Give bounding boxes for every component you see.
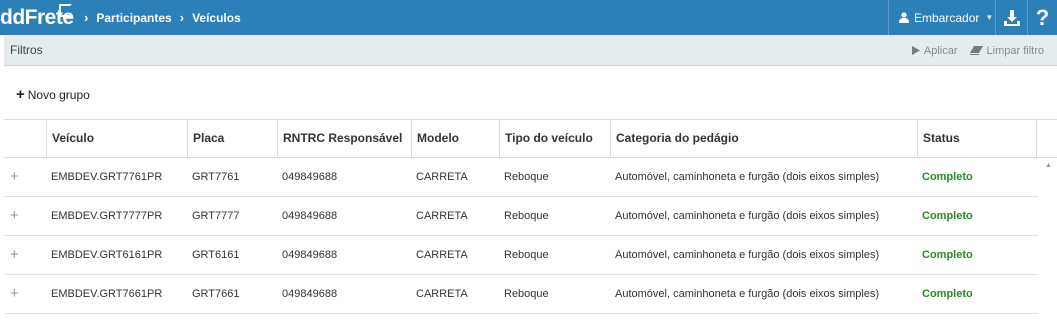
user-label: Embarcador xyxy=(914,10,980,25)
cell-tipo: Reboque xyxy=(504,171,549,183)
cell-rntrc: 049849688 xyxy=(282,171,338,183)
top-navigation-bar: ddFrete › Participantes › Veículos Embar… xyxy=(0,0,1057,35)
expand-column-header xyxy=(4,120,46,157)
cell-categoria: Automóvel, caminhoneta e furgão (dois ei… xyxy=(615,171,880,183)
status-badge: Completo xyxy=(922,210,973,222)
clear-filter-button[interactable]: Limpar filtro xyxy=(969,44,1044,57)
download-icon xyxy=(1003,9,1020,26)
cell-veiculo: EMBDEV.GRT7777PR xyxy=(51,210,163,222)
plus-icon: + xyxy=(16,86,25,103)
expand-icon[interactable]: + xyxy=(10,158,24,196)
cell-rntrc: 049849688 xyxy=(282,288,338,300)
clear-filter-label: Limpar filtro xyxy=(986,44,1044,57)
cell-categoria: Automóvel, caminhoneta e furgão (dois ei… xyxy=(615,210,880,222)
play-icon xyxy=(911,46,920,55)
filter-actions: Aplicar Limpar filtro xyxy=(900,35,1044,66)
cell-modelo: CARRETA xyxy=(416,171,468,183)
status-badge: Completo xyxy=(922,171,973,183)
chevron-down-icon: ▼ xyxy=(985,13,994,22)
expand-icon[interactable]: + xyxy=(10,236,24,274)
cell-rntrc: 049849688 xyxy=(282,249,338,261)
cell-veiculo: EMBDEV.GRT7661PR xyxy=(51,288,163,300)
column-header-placa[interactable]: Placa xyxy=(187,120,277,157)
column-header-modelo[interactable]: Modelo xyxy=(411,120,499,157)
cell-veiculo: EMBDEV.GRT7761PR xyxy=(51,171,163,183)
apply-filter-button[interactable]: Aplicar xyxy=(911,44,958,57)
expand-icon[interactable]: + xyxy=(10,197,24,235)
expand-icon[interactable]: + xyxy=(10,275,24,313)
breadcrumb: › Participantes › Veículos xyxy=(80,0,241,35)
eraser-icon xyxy=(969,46,983,55)
user-menu-button[interactable]: Embarcador ▼ xyxy=(888,0,995,35)
cell-modelo: CARRETA xyxy=(416,249,468,261)
filters-title: Filtros xyxy=(10,43,43,57)
cell-tipo: Reboque xyxy=(504,288,549,300)
chevron-right-icon: › xyxy=(179,10,185,25)
column-header-status[interactable]: Status xyxy=(917,120,1036,157)
cell-categoria: Automóvel, caminhoneta e furgão (dois ei… xyxy=(615,288,880,300)
status-badge: Completo xyxy=(922,288,973,300)
vehicles-table: Veículo Placa RNTRC Responsável Modelo T… xyxy=(4,119,1057,336)
status-badge: Completo xyxy=(922,249,973,261)
column-header-rntrc[interactable]: RNTRC Responsável xyxy=(277,120,411,157)
cell-modelo: CARRETA xyxy=(416,210,468,222)
cell-modelo: CARRETA xyxy=(416,288,468,300)
cell-rntrc: 049849688 xyxy=(282,210,338,222)
logo-mark-icon xyxy=(59,4,72,17)
cell-placa: GRT6161 xyxy=(192,249,240,261)
cell-categoria: Automóvel, caminhoneta e furgão (dois ei… xyxy=(615,249,880,261)
user-icon xyxy=(899,12,909,23)
help-button[interactable]: ? xyxy=(1027,0,1057,35)
column-header-veiculo[interactable]: Veículo xyxy=(46,120,187,157)
table-row[interactable]: + EMBDEV.GRT6161PR GRT6161 049849688 CAR… xyxy=(4,236,1038,275)
new-group-button[interactable]: + Novo grupo xyxy=(16,86,90,103)
table-row[interactable]: + EMBDEV.GRT7777PR GRT7777 049849688 CAR… xyxy=(4,197,1038,236)
breadcrumb-participantes[interactable]: Participantes xyxy=(96,11,171,25)
filters-panel: Filtros Aplicar Limpar filtro xyxy=(4,35,1057,66)
scrollbar-header xyxy=(1036,120,1057,157)
new-group-label: Novo grupo xyxy=(27,88,90,102)
table-row[interactable]: + EMBDEV.GRT7661PR GRT7661 049849688 CAR… xyxy=(4,275,1038,314)
apply-filter-label: Aplicar xyxy=(923,44,958,57)
chevron-right-icon: › xyxy=(84,10,89,25)
grouping-area: + Novo grupo xyxy=(4,66,1057,119)
cell-placa: GRT7761 xyxy=(192,171,240,183)
column-header-tipo[interactable]: Tipo do veículo xyxy=(499,120,610,157)
cell-tipo: Reboque xyxy=(504,249,549,261)
cell-placa: GRT7777 xyxy=(192,210,240,222)
cell-tipo: Reboque xyxy=(504,210,549,222)
breadcrumb-veiculos[interactable]: Veículos xyxy=(192,11,241,25)
download-button[interactable] xyxy=(995,0,1027,35)
scroll-up-arrow-icon[interactable]: ▲ xyxy=(1045,162,1052,169)
cell-placa: GRT7661 xyxy=(192,288,240,300)
column-header-categoria[interactable]: Categoria do pedágio xyxy=(610,120,917,157)
table-row[interactable]: + EMBDEV.GRT7761PR GRT7761 049849688 CAR… xyxy=(4,158,1038,197)
table-header: Veículo Placa RNTRC Responsável Modelo T… xyxy=(4,120,1057,158)
cell-veiculo: EMBDEV.GRT6161PR xyxy=(51,249,163,261)
